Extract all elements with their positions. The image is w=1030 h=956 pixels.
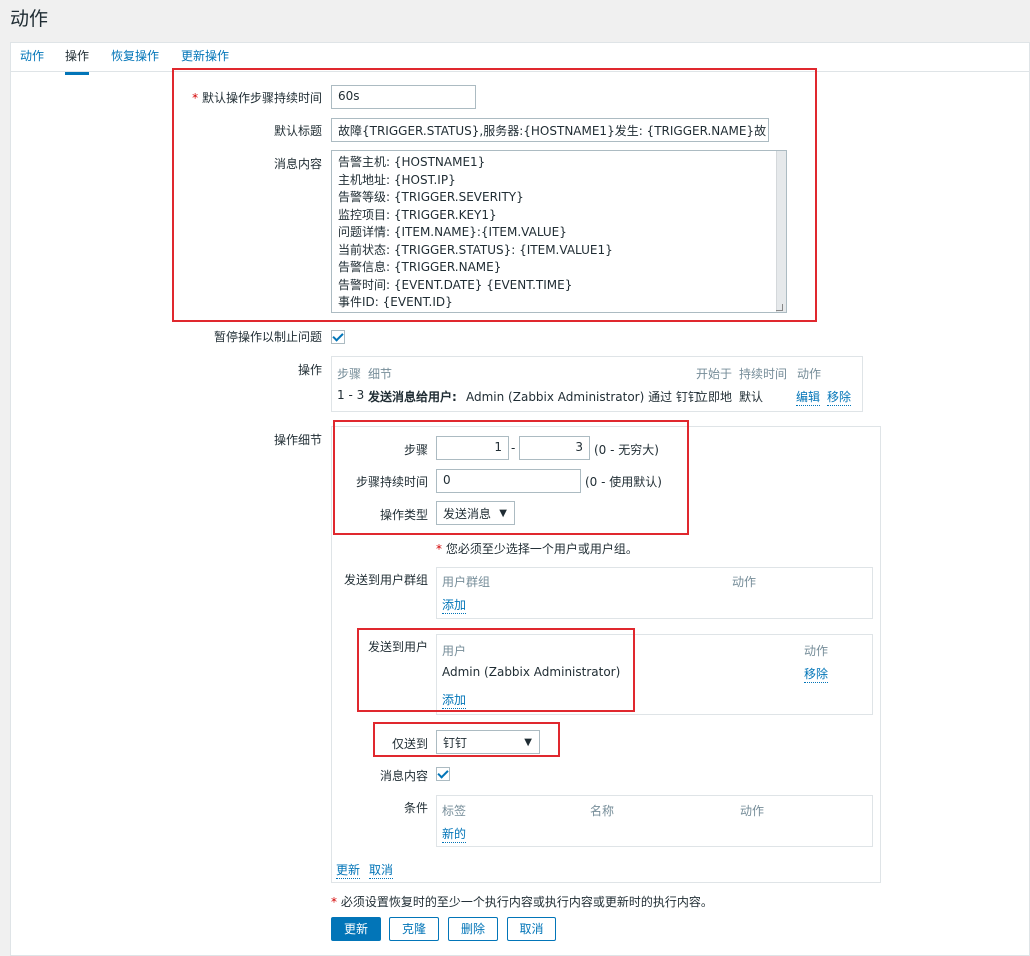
duration-input[interactable]: 60s [331,85,476,109]
clone-button[interactable]: 克隆 [389,917,439,941]
step-from-input[interactable]: 1 [436,436,509,460]
operations-label: 操作 [297,363,322,377]
groups-table [436,567,873,619]
message-scrollbar[interactable] [776,151,786,312]
add-user-link[interactable]: 添加 [442,691,467,709]
message-textarea[interactable]: 告警主机: {HOSTNAME1} 主机地址: {HOST.IP} 告警等级: … [331,150,787,313]
groups-label: 发送到用户群组 [343,573,428,587]
send-only-value: 钉钉 [443,736,468,750]
col-header-details: 细节 [368,367,393,381]
op-type-select[interactable]: 发送消息 ▼ [436,501,515,525]
step-duration-hint: (0 - 使用默认) [585,475,662,489]
send-only-label: 仅送到 [391,737,428,751]
message-line: 告警时间: {EVENT.DATE} {EVENT.TIME} [338,277,573,292]
page-title: 动作 [10,8,49,30]
op-row-details: Admin (Zabbix Administrator) 通过 钉钉 [466,390,700,404]
cond-header-name: 名称 [590,804,615,818]
remove-operation-link[interactable]: 移除 [827,388,852,406]
required-note: * 您必须至少选择一个用户或用户组。 [436,542,638,556]
delete-button[interactable]: 删除 [448,917,498,941]
steps-label: 步骤 [403,443,428,457]
subject-input[interactable]: 故障{TRIGGER.STATUS},服务器:{HOSTNAME1}发生: {T… [331,118,769,142]
col-header-duration: 持续时间 [739,367,788,381]
duration-label: * 默认操作步骤持续时间 [192,91,322,105]
step-to-input[interactable]: 3 [519,436,590,460]
default-message-checkbox[interactable] [436,767,450,781]
dropdown-arrow-icon: ▼ [499,508,507,519]
op-row-start: 立即地 [696,390,733,404]
users-header-action: 动作 [804,644,829,658]
op-row-duration: 默认 [739,390,764,404]
message-line: 主机地址: {HOST.IP} [338,172,456,187]
col-header-steps: 步骤 [337,367,362,381]
add-group-link[interactable]: 添加 [442,596,467,614]
conditions-table [436,795,873,847]
op-row-steps: 1 - 3 [337,388,365,402]
footer-note: * 必须设置恢复时的至少一个执行内容或执行内容或更新时的执行内容。 [331,895,713,909]
edit-operation-link[interactable]: 编辑 [796,388,821,406]
op-type-value: 发送消息 [443,507,492,521]
op-type-label: 操作类型 [379,508,428,522]
cancel-operation-link[interactable]: 取消 [369,861,394,879]
send-only-select[interactable]: 钉钉 ▼ [436,730,540,754]
remove-user-link[interactable]: 移除 [804,665,829,683]
pause-label: 暂停操作以制止问题 [213,330,322,344]
users-header-user: 用户 [442,644,467,658]
new-condition-link[interactable]: 新的 [442,825,467,843]
message-label: 消息内容 [273,157,322,171]
cancel-button[interactable]: 取消 [507,917,556,941]
pause-checkbox[interactable] [331,330,345,344]
resize-handle-icon[interactable] [776,304,783,311]
groups-header-group: 用户群组 [442,575,491,589]
groups-header-action: 动作 [732,575,757,589]
cond-header-action: 动作 [740,804,765,818]
subject-label: 默认标题 [273,124,322,138]
tab-recovery-operations[interactable]: 恢复操作 [111,47,159,72]
step-dash: - [511,441,516,455]
message-line: 当前状态: {TRIGGER.STATUS}: {ITEM.VALUE1} [338,242,613,257]
cond-header-label: 标签 [442,804,467,818]
update-operation-link[interactable]: 更新 [336,861,361,879]
message-line: 问题详情: {ITEM.NAME}:{ITEM.VALUE} [338,225,567,239]
message-line: 事件ID: {EVENT.ID} [338,295,453,309]
message-line: 告警主机: {HOSTNAME1} [338,155,486,169]
dropdown-arrow-icon: ▼ [524,737,532,748]
message-line: 告警信息: {TRIGGER.NAME} [338,260,502,274]
step-duration-input[interactable]: 0 [436,469,581,493]
user-row-name: Admin (Zabbix Administrator) [442,665,621,679]
op-row-details-bold: 发送消息给用户: [368,390,457,404]
col-header-start: 开始于 [696,367,733,381]
step-duration-label: 步骤持续时间 [355,475,428,489]
message-line: 告警等级: {TRIGGER.SEVERITY} [338,190,524,204]
message-line: 监控项目: {TRIGGER.KEY1} [338,207,497,222]
step-hint: (0 - 无穷大) [594,443,659,457]
conditions-label: 条件 [403,801,428,815]
update-button[interactable]: 更新 [331,917,381,941]
default-message-label: 消息内容 [379,769,428,783]
tab-action[interactable]: 动作 [20,47,44,72]
op-details-label: 操作细节 [273,433,322,447]
users-label: 发送到用户 [367,640,428,654]
col-header-action: 动作 [797,367,822,381]
